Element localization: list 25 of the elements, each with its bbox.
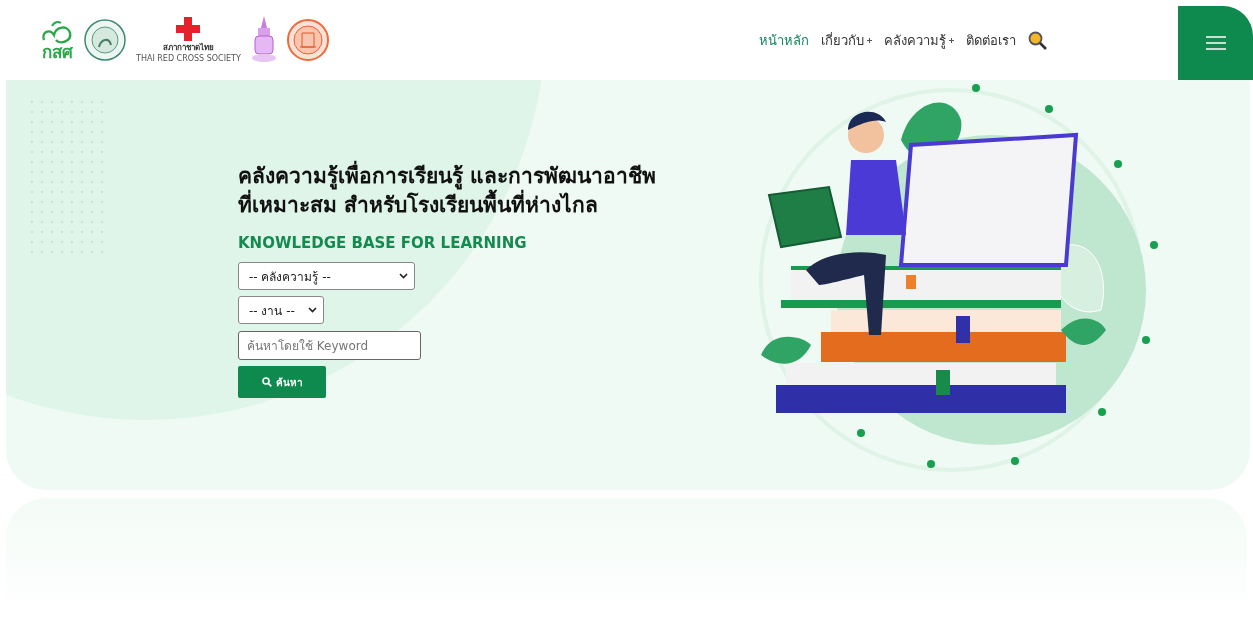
nav-link[interactable]: ติดต่อเรา xyxy=(966,29,1016,51)
nav-link[interactable]: หน้าหลัก xyxy=(759,29,809,51)
dropdown[interactable]: -- งาน -- xyxy=(238,296,324,324)
search-icon xyxy=(261,377,272,387)
logo-subtext: THAI RED CROSS SOCIETY xyxy=(136,54,241,63)
search-icon[interactable] xyxy=(1028,30,1047,50)
dropdown[interactable]: -- คลังความรู้ -- xyxy=(238,262,415,290)
search-field[interactable]: ค้นหาโดยใช้ Keyword xyxy=(238,331,421,360)
cross-icon xyxy=(176,17,201,41)
chevron-down-icon xyxy=(308,307,317,313)
nav-link[interactable]: เกี่ยวกับ xyxy=(821,29,872,51)
logo-text: กสศ xyxy=(41,43,73,61)
seal-logo-icon xyxy=(84,19,126,61)
leaf-logo-icon xyxy=(40,19,74,44)
hero-title: ที่เหมาะสม สำหรับโรงเรียนพื้นที่ห่างไกล xyxy=(238,191,657,220)
search-button[interactable]: ค้นหา xyxy=(238,366,326,398)
seal-logo-icon xyxy=(286,19,329,61)
nav-link[interactable]: คลังความรู้ xyxy=(884,29,954,51)
chevron-down-icon xyxy=(399,273,408,279)
crown-emblem-icon xyxy=(250,16,277,64)
menu-button[interactable] xyxy=(1178,6,1253,80)
menu-icon xyxy=(1205,36,1226,50)
dot-pattern-icon xyxy=(30,100,106,256)
hero-subtitle: KNOWLEDGE BASE FOR LEARNING xyxy=(238,234,528,252)
logo-text: สภากาชาดไทย xyxy=(162,42,214,54)
